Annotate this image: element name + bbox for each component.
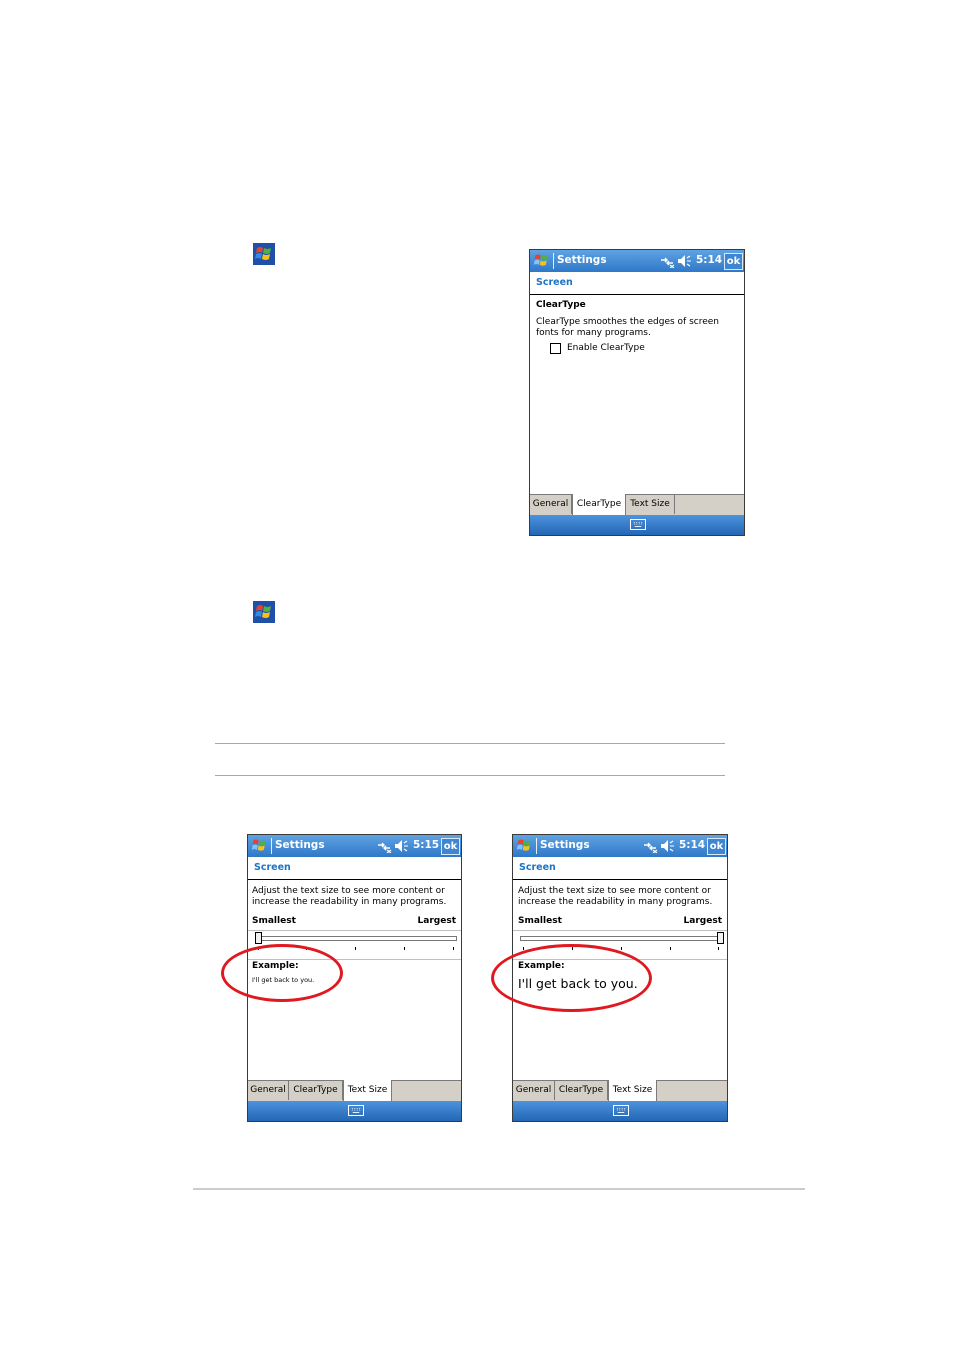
windows-flag-icon [253, 243, 275, 265]
tab-bar: General ClearType Text Size [248, 1080, 461, 1102]
tab-bar: General ClearType Text Size [530, 494, 744, 516]
section-heading: ClearType [536, 300, 586, 310]
clock[interactable]: 5:14 [696, 254, 722, 266]
slider-tick [718, 947, 719, 950]
title-separator [271, 838, 272, 854]
slider-tick [453, 947, 454, 950]
tab-bar: General ClearType Text Size [513, 1080, 727, 1102]
connectivity-icon[interactable] [642, 839, 658, 853]
tab-cleartype[interactable]: ClearType [289, 1081, 343, 1100]
description-line: Adjust the text size to see more content… [252, 886, 445, 896]
description-line: Adjust the text size to see more content… [518, 886, 711, 896]
title-bar: Settings 5:14 ok [513, 835, 727, 857]
speaker-icon[interactable] [659, 839, 675, 853]
ok-button[interactable]: ok [707, 838, 726, 855]
connectivity-icon[interactable] [376, 839, 392, 853]
text-size-slider[interactable] [255, 936, 457, 941]
connectivity-icon[interactable] [659, 254, 675, 268]
settings-header: Screen [530, 272, 744, 295]
enable-cleartype-checkbox[interactable] [550, 343, 561, 354]
smallest-label: Smallest [518, 916, 562, 926]
description-line: fonts for many programs. [536, 328, 651, 338]
menu-bar [530, 515, 744, 535]
header-label: Screen [254, 862, 291, 873]
title-bar: Settings 5:15 ok [248, 835, 461, 857]
description-line: increase the readability in many program… [252, 897, 447, 907]
tab-text-size[interactable]: Text Size [343, 1080, 392, 1101]
menu-bar [248, 1101, 461, 1121]
start-icon[interactable] [250, 836, 269, 855]
cleartype-screenshot: Settings 5:14 ok Screen ClearType ClearT… [529, 249, 745, 536]
windows-flag-icon [253, 601, 275, 623]
title-separator [553, 253, 554, 269]
description-line: ClearType smoothes the edges of screen [536, 317, 719, 327]
window-title: Settings [557, 254, 607, 266]
highlight-circle [221, 944, 343, 1002]
tab-cleartype[interactable]: ClearType [572, 494, 626, 515]
ok-button[interactable]: ok [441, 838, 460, 855]
largest-label: Largest [417, 916, 456, 926]
window-title: Settings [540, 839, 590, 851]
start-icon[interactable] [532, 251, 551, 270]
settings-header: Screen [513, 857, 727, 880]
header-label: Screen [536, 277, 573, 288]
title-separator [536, 838, 537, 854]
speaker-icon[interactable] [393, 839, 409, 853]
smallest-label: Smallest [252, 916, 296, 926]
slider-tick [355, 947, 356, 950]
slider-tick [670, 947, 671, 950]
tab-general[interactable]: General [513, 1081, 555, 1100]
keyboard-icon[interactable] [348, 1105, 364, 1116]
checkbox-label[interactable]: Enable ClearType [567, 343, 645, 353]
menu-bar [513, 1101, 727, 1121]
slider-thumb[interactable] [717, 932, 724, 944]
slider-tick [404, 947, 405, 950]
clock[interactable]: 5:14 [679, 839, 705, 851]
speaker-icon[interactable] [676, 254, 692, 268]
tab-general[interactable]: General [530, 495, 572, 514]
start-icon[interactable] [515, 836, 534, 855]
keyboard-icon[interactable] [613, 1105, 629, 1116]
tab-cleartype[interactable]: ClearType [555, 1081, 608, 1100]
slider-tick [621, 947, 622, 950]
keyboard-icon[interactable] [630, 519, 646, 530]
title-bar: Settings 5:14 ok [530, 250, 744, 272]
divider [193, 1188, 805, 1190]
clock[interactable]: 5:15 [413, 839, 439, 851]
slider-thumb[interactable] [255, 932, 262, 944]
description-line: increase the readability in many program… [518, 897, 713, 907]
header-label: Screen [519, 862, 556, 873]
settings-header: Screen [248, 857, 461, 880]
ok-button[interactable]: ok [724, 253, 743, 270]
highlight-circle [491, 944, 652, 1012]
divider [215, 775, 725, 776]
tab-general[interactable]: General [248, 1081, 289, 1100]
tab-text-size[interactable]: Text Size [626, 495, 675, 514]
window-title: Settings [275, 839, 325, 851]
tab-text-size[interactable]: Text Size [608, 1080, 657, 1101]
largest-label: Largest [683, 916, 722, 926]
divider [215, 743, 725, 744]
text-size-slider[interactable] [520, 936, 722, 941]
